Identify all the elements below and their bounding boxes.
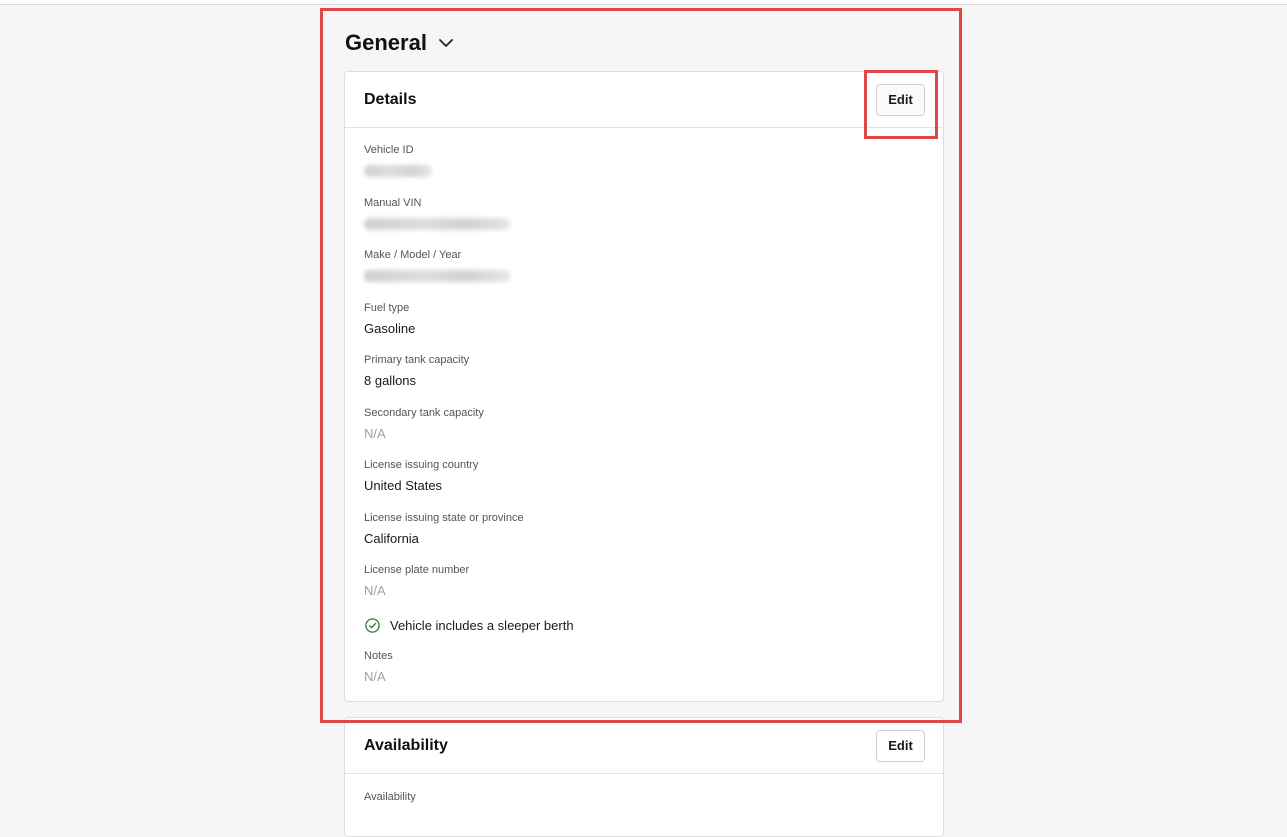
field-label: License plate number [364, 564, 470, 576]
field-vehicle-id: Vehicle ID [364, 143, 924, 196]
details-title: Details [364, 90, 417, 108]
field-license-plate: License plate number N/A [364, 563, 924, 609]
field-value: 8 gallons [364, 373, 417, 388]
field-fuel-type: Fuel type Gasoline [364, 301, 924, 354]
field-label: Vehicle ID [364, 144, 414, 156]
field-primary-tank: Primary tank capacity 8 gallons [364, 353, 924, 406]
field-value: United States [364, 478, 443, 493]
field-label: Make / Model / Year [364, 249, 462, 261]
field-label: Primary tank capacity [364, 354, 470, 366]
redacted-value [364, 262, 924, 287]
field-value: Gasoline [364, 320, 416, 336]
field-secondary-tank: Secondary tank capacity N/A [364, 406, 924, 459]
field-value: N/A [364, 425, 386, 441]
availability-edit-button[interactable]: Edit [876, 729, 925, 762]
redacted-value [364, 210, 924, 235]
field-value: N/A [364, 583, 386, 598]
field-label: Manual VIN [364, 196, 422, 209]
sleeper-berth-text: Vehicle includes a sleeper berth [390, 617, 574, 633]
field-notes: Notes N/A [364, 649, 924, 702]
details-fields: Vehicle ID Manual VIN Make / Model / Yea… [345, 128, 943, 702]
field-value: N/A [364, 669, 386, 684]
availability-title: Availability [364, 736, 448, 754]
field-label: Availability [364, 791, 416, 803]
field-label: Fuel type [364, 301, 410, 314]
field-label: Notes [364, 650, 393, 662]
field-license-country: License issuing country United States [364, 458, 924, 511]
field-label: License issuing state or province [364, 511, 524, 524]
check-circle-icon [365, 617, 380, 633]
top-bar [0, 0, 1287, 5]
availability-card: Availability Edit Availability [344, 717, 944, 837]
field-value: California [364, 530, 419, 546]
details-card-header: Details Edit [345, 72, 943, 128]
field-label: Secondary tank capacity [364, 406, 484, 419]
field-manual-vin: Manual VIN [364, 196, 924, 249]
details-edit-button[interactable]: Edit [876, 83, 925, 116]
sleeper-berth-row: Vehicle includes a sleeper berth [364, 613, 924, 637]
field-make-model-year: Make / Model / Year [364, 248, 924, 301]
field-license-state: License issuing state or province Califo… [364, 511, 924, 564]
chevron-down-icon[interactable] [437, 34, 455, 52]
redacted-value [364, 157, 924, 182]
availability-fields: Availability [345, 774, 943, 804]
section-title: General [345, 30, 427, 55]
details-card: Details Edit Vehicle ID Manual VIN Make … [344, 71, 944, 702]
availability-card-header: Availability Edit [345, 718, 943, 774]
field-label: License issuing country [364, 459, 479, 471]
general-section-header[interactable]: General [345, 30, 455, 56]
